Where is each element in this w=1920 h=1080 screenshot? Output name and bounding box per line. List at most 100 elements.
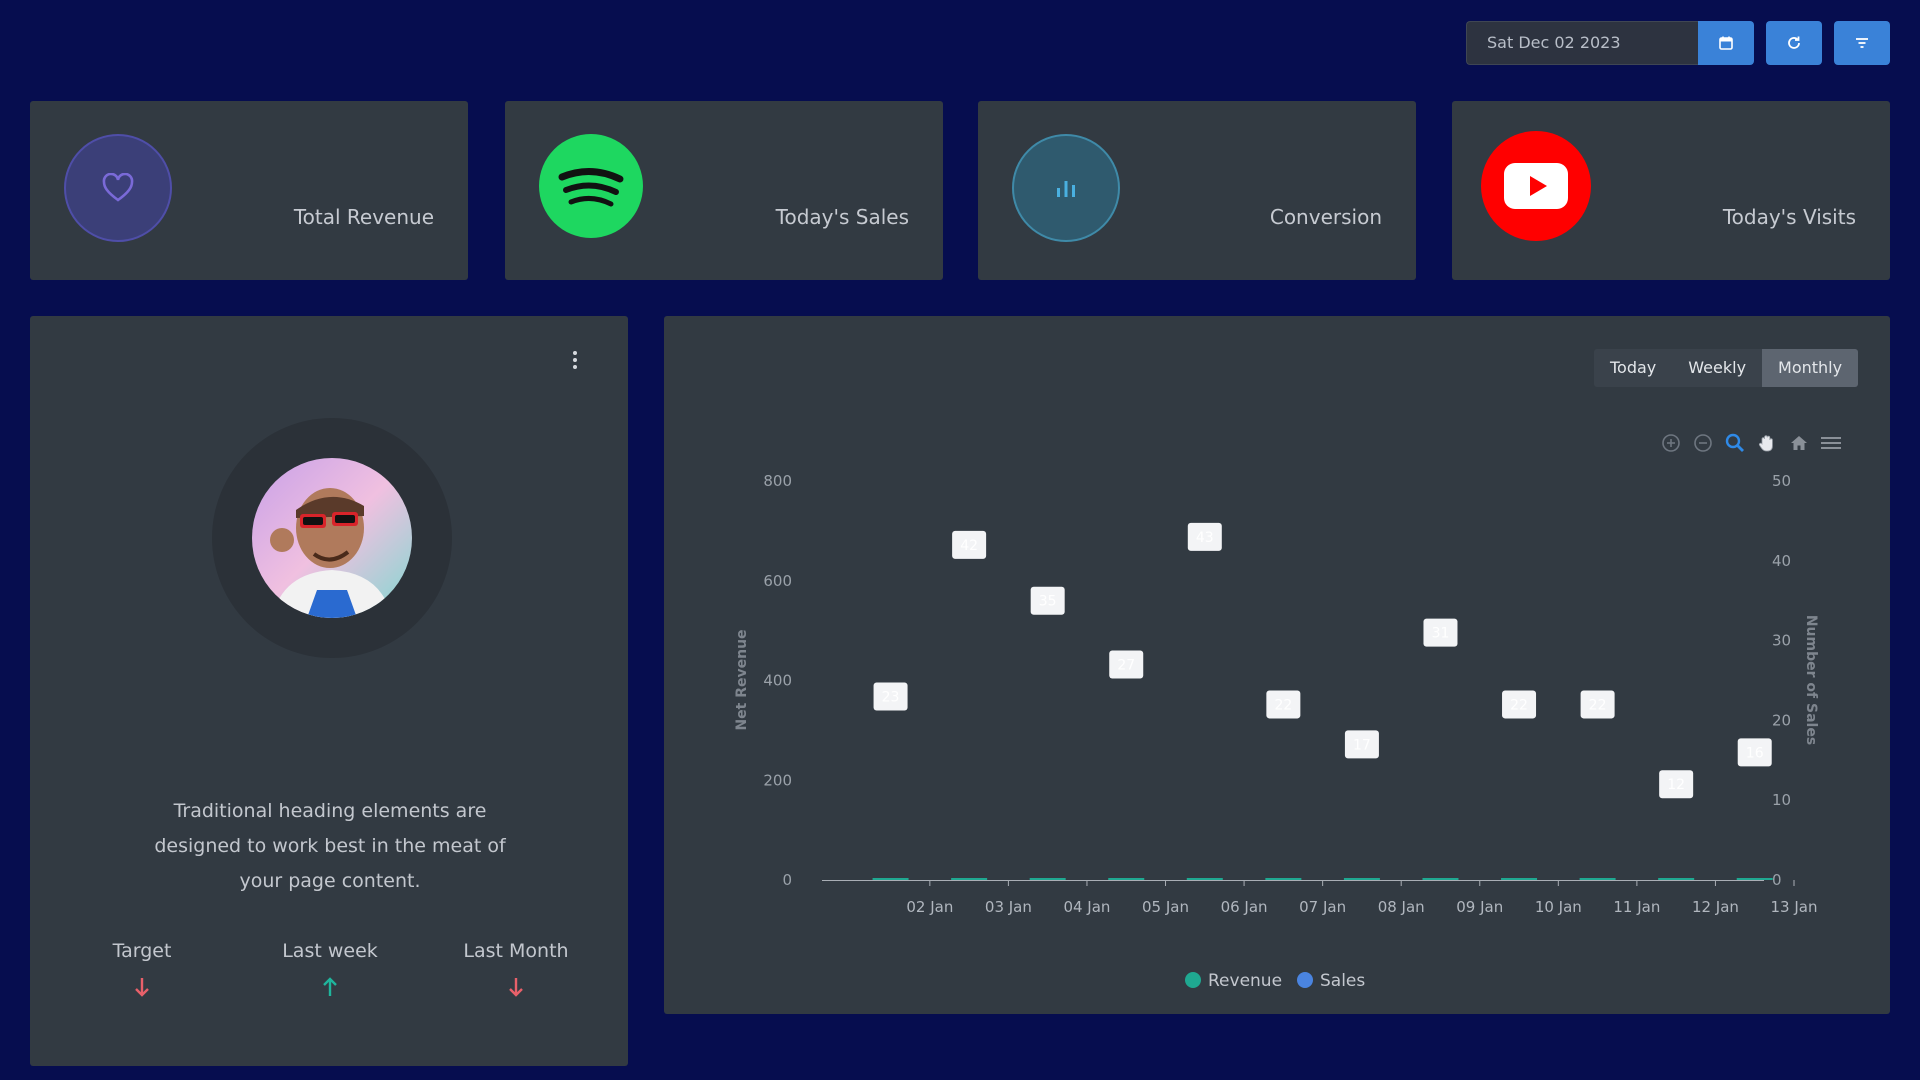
sales-label-value: 42 — [960, 538, 978, 554]
stat-label: Today's Visits — [1722, 205, 1856, 229]
y2-tick-label: 40 — [1772, 552, 1791, 570]
stat-card-conversion: Conversion — [978, 101, 1416, 280]
revenue-bar[interactable] — [1579, 878, 1616, 880]
x-tick-label: 07 Jan — [1299, 898, 1346, 916]
sales-data-label[interactable]: 23 — [873, 682, 908, 711]
revenue-bar[interactable] — [1108, 878, 1145, 880]
x-tick-label: 13 Jan — [1771, 898, 1818, 916]
sales-data-label[interactable]: 16 — [1737, 738, 1772, 767]
y-axis-left: 0 200 400 600 800 — [763, 472, 792, 889]
y2-axis-title: Number of Sales — [1803, 615, 1819, 745]
revenue-bar[interactable] — [1265, 878, 1302, 880]
arrow-up-icon — [250, 976, 410, 1004]
metric-last-week: Last week — [250, 940, 410, 1004]
y2-tick-label: 50 — [1772, 472, 1791, 490]
kebab-menu-icon — [573, 351, 577, 369]
revenue-bar[interactable] — [1501, 878, 1538, 880]
x-tick-label: 06 Jan — [1221, 898, 1268, 916]
sales-data-label[interactable]: 12 — [1659, 770, 1694, 799]
sales-data-label[interactable]: 22 — [1266, 690, 1301, 719]
stat-card-todays-visits: Today's Visits — [1452, 101, 1890, 280]
sales-label-value: 22 — [1274, 697, 1292, 713]
youtube-icon — [1481, 131, 1591, 241]
sales-data-label[interactable]: 22 — [1502, 690, 1537, 719]
x-tick-label: 09 Jan — [1456, 898, 1503, 916]
top-toolbar: Sat Dec 02 2023 — [1466, 21, 1890, 65]
x-tick-label: 04 Jan — [1063, 898, 1110, 916]
sales-label-value: 23 — [882, 689, 900, 705]
sales-label-value: 22 — [1510, 697, 1528, 713]
legend-revenue-label[interactable]: Revenue — [1208, 971, 1282, 991]
y-axis-title: Net Revenue — [734, 629, 750, 730]
y2-tick-label: 10 — [1772, 791, 1791, 809]
revenue-bar[interactable] — [951, 878, 988, 880]
sales-data-label[interactable]: 43 — [1187, 522, 1222, 551]
chart-legend: Revenue Sales — [1185, 971, 1365, 991]
revenue-bar[interactable] — [1186, 878, 1223, 880]
sales-data-label[interactable]: 42 — [952, 530, 987, 559]
revenue-bar[interactable] — [1736, 878, 1773, 880]
y-tick-label: 600 — [763, 572, 792, 590]
x-tick-label: 08 Jan — [1378, 898, 1425, 916]
y-tick-label: 200 — [763, 771, 792, 789]
stat-card-todays-sales: Today's Sales — [505, 101, 943, 280]
spotify-icon — [539, 134, 643, 238]
revenue-bar[interactable] — [1343, 878, 1380, 880]
calendar-icon — [1719, 36, 1733, 50]
metric-label: Last Month — [463, 940, 569, 962]
revenue-bar[interactable] — [1658, 878, 1695, 880]
profile-description: Traditional heading elements are designe… — [154, 800, 506, 892]
sales-label-value: 12 — [1667, 777, 1685, 793]
date-picker: Sat Dec 02 2023 — [1466, 21, 1754, 65]
x-tick-label: 05 Jan — [1142, 898, 1189, 916]
legend-revenue-marker — [1185, 972, 1201, 988]
sales-label-value: 16 — [1746, 745, 1764, 761]
arrow-down-icon — [436, 976, 596, 1004]
date-input[interactable]: Sat Dec 02 2023 — [1466, 21, 1698, 65]
bar-chart-icon — [1012, 134, 1120, 242]
avatar — [252, 458, 412, 618]
filter-button[interactable] — [1834, 21, 1890, 65]
revenue-series — [872, 878, 1773, 880]
metric-label: Target — [112, 940, 172, 962]
y2-tick-label: 30 — [1772, 632, 1791, 650]
revenue-bar[interactable] — [872, 878, 909, 880]
x-tick-label: 11 Jan — [1613, 898, 1660, 916]
sales-data-label[interactable]: 22 — [1580, 690, 1615, 719]
avatar-ring — [212, 418, 452, 658]
metric-last-month: Last Month — [436, 940, 596, 1004]
more-options-button[interactable] — [572, 350, 578, 374]
stat-label: Conversion — [1269, 205, 1382, 229]
legend-sales-label[interactable]: Sales — [1320, 971, 1365, 991]
sales-label-value: 22 — [1589, 697, 1607, 713]
sales-label-value: 17 — [1353, 737, 1371, 753]
refresh-icon — [1788, 36, 1800, 49]
y2-tick-label: 20 — [1772, 711, 1791, 729]
y2-tick-label: 0 — [1772, 871, 1782, 889]
y-tick-label: 800 — [763, 472, 792, 490]
calendar-button[interactable] — [1698, 21, 1754, 65]
heart-icon — [64, 134, 172, 242]
sales-label-value: 31 — [1432, 626, 1450, 642]
revenue-bar[interactable] — [1422, 878, 1459, 880]
stat-card-total-revenue: Total Revenue — [30, 101, 468, 280]
x-axis: 02 Jan 03 Jan 04 Jan 05 Jan 06 Jan 07 Jan 08 J… — [822, 880, 1817, 916]
arrow-down-icon — [62, 976, 222, 1004]
stat-label: Total Revenue — [293, 205, 434, 229]
sales-label-value: 35 — [1039, 594, 1057, 610]
x-tick-label: 12 Jan — [1692, 898, 1739, 916]
sales-series: 23 42 35 27 43 22 17 31 22 22 12 16 — [873, 522, 1772, 799]
revenue-sales-chart: 0 200 400 600 800 0 10 20 30 40 50 02 Jan 03 Jan 04… — [734, 472, 1819, 991]
y-axis-right: 0 10 20 30 40 50 — [1772, 472, 1791, 889]
sales-data-label[interactable]: 35 — [1030, 586, 1065, 615]
revenue-bar[interactable] — [1029, 878, 1066, 880]
refresh-button[interactable] — [1766, 21, 1822, 65]
sales-data-label[interactable]: 31 — [1423, 618, 1458, 647]
sales-label-value: 43 — [1196, 530, 1214, 546]
legend-sales-marker — [1297, 972, 1313, 988]
x-tick-label: 02 Jan — [906, 898, 953, 916]
y-tick-label: 400 — [763, 672, 792, 690]
sales-data-label[interactable]: 17 — [1344, 730, 1379, 759]
sales-data-label[interactable]: 27 — [1109, 650, 1144, 679]
x-tick-label: 10 Jan — [1535, 898, 1582, 916]
